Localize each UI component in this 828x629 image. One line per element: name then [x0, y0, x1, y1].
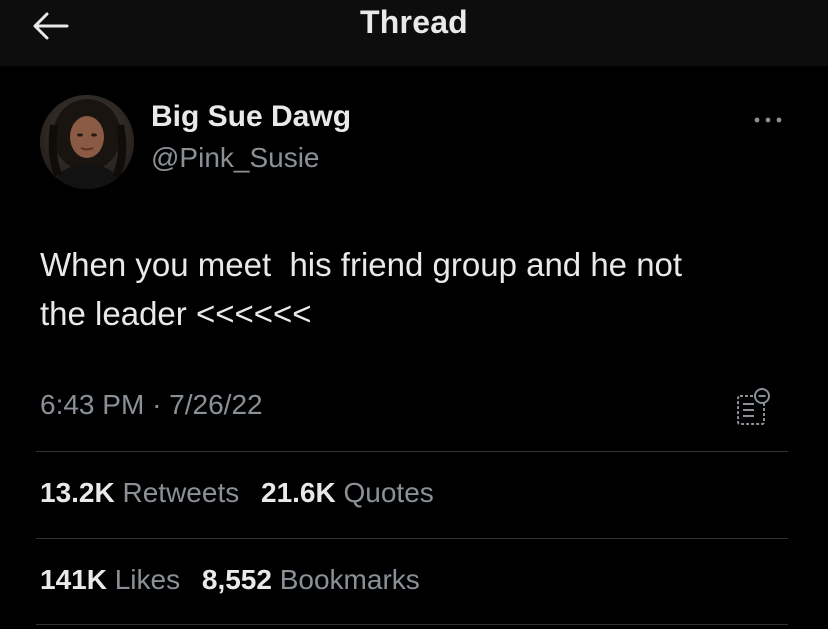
- engagement-stats-row: 141K Likes 8,552 Bookmarks: [40, 564, 434, 596]
- bookmarks-stat[interactable]: 8,552 Bookmarks: [202, 564, 420, 595]
- timestamp-separator: ·: [152, 389, 162, 420]
- retweets-label: Retweets: [122, 477, 240, 508]
- bookmarks-label: Bookmarks: [279, 564, 420, 595]
- top-bar: Thread: [0, 0, 828, 66]
- tweet-timestamp: 6:43 PM · 7/26/22: [40, 389, 263, 421]
- quotes-stat[interactable]: 21.6K Quotes: [261, 477, 434, 508]
- likes-label: Likes: [114, 564, 181, 595]
- author-display-name[interactable]: Big Sue Dawg: [151, 100, 351, 134]
- view-analytics-button[interactable]: [734, 386, 774, 430]
- likes-stat[interactable]: 141K Likes: [40, 564, 180, 595]
- avatar[interactable]: [40, 95, 134, 189]
- tweet-text: When you meet his friend group and he no…: [40, 240, 800, 338]
- divider: [36, 624, 788, 625]
- divider: [36, 538, 788, 539]
- analytics-icon: [737, 388, 770, 425]
- more-options-button[interactable]: [746, 106, 790, 134]
- bookmarks-count: 8,552: [201, 564, 272, 595]
- more-horizontal-icon: [754, 117, 782, 123]
- retweets-stat[interactable]: 13.2K Retweets: [40, 477, 239, 508]
- quotes-label: Quotes: [343, 477, 434, 508]
- likes-count: 141K: [40, 564, 107, 595]
- page-title: Thread: [360, 4, 468, 40]
- author-handle[interactable]: @Pink_Susie: [151, 142, 320, 174]
- tweet-text-line: the leader <<<<<<: [40, 295, 312, 332]
- retweets-count: 13.2K: [40, 477, 115, 508]
- tweet-text-line: When you meet his friend group and he no…: [40, 246, 683, 283]
- quotes-count: 21.6K: [261, 477, 336, 508]
- profile-photo: [40, 95, 134, 189]
- divider: [36, 451, 788, 452]
- engagement-stats-row: 13.2K Retweets 21.6K Quotes: [40, 477, 448, 509]
- tweet-time[interactable]: 6:43 PM: [40, 389, 144, 420]
- tweet-date[interactable]: 7/26/22: [169, 389, 262, 420]
